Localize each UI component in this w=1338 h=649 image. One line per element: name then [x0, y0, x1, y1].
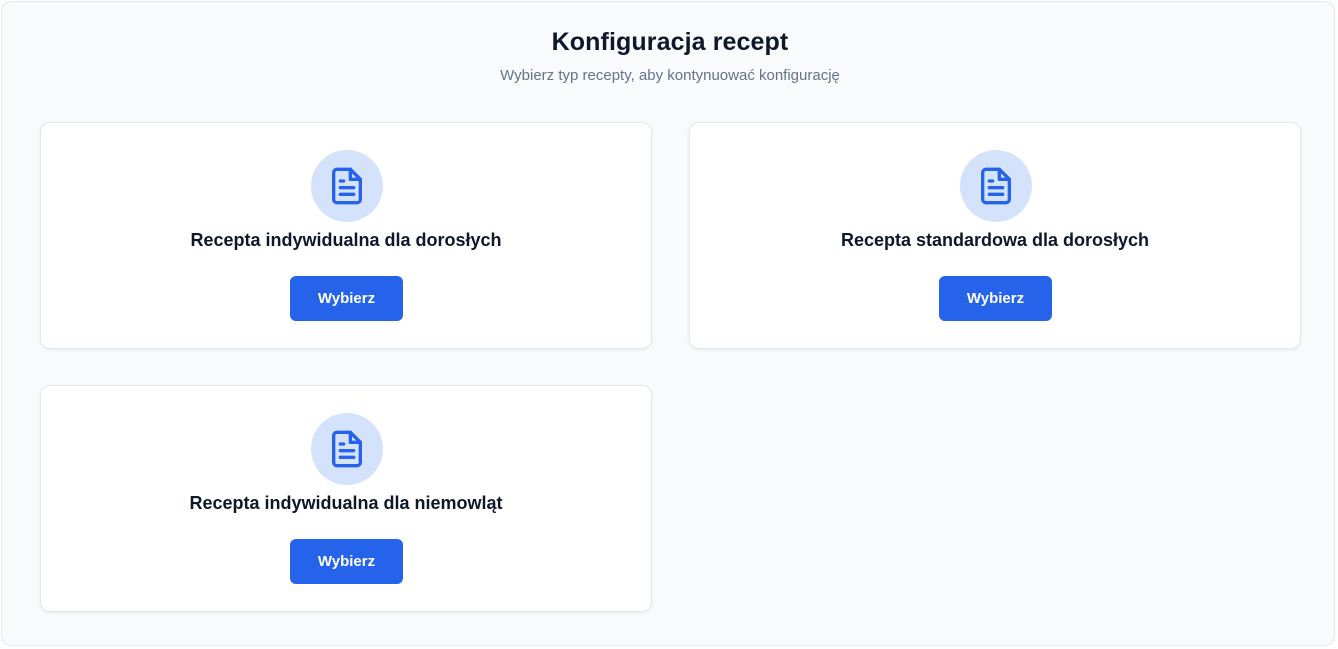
recipe-type-card-adult-standard: Recepta standardowa dla dorosłych Wybier…: [689, 122, 1301, 349]
page-subtitle: Wybierz typ recepty, aby kontynuować kon…: [500, 67, 840, 84]
document-icon: [311, 150, 383, 222]
document-icon: [311, 413, 383, 485]
recipe-type-card-adult-individual: Recepta indywidualna dla dorosłych Wybie…: [40, 122, 652, 349]
document-icon: [960, 150, 1032, 222]
recipe-config-panel: Konfiguracja recept Wybierz typ recepty,…: [1, 1, 1335, 646]
card-title: Recepta indywidualna dla dorosłych: [190, 230, 502, 250]
recipe-type-card-infant-individual: Recepta indywidualna dla niemowląt Wybie…: [40, 385, 652, 612]
card-title: Recepta standardowa dla dorosłych: [840, 230, 1150, 250]
select-button[interactable]: Wybierz: [290, 276, 403, 321]
select-button[interactable]: Wybierz: [939, 276, 1052, 321]
page-title: Konfiguracja recept: [551, 28, 789, 56]
select-button[interactable]: Wybierz: [290, 539, 403, 584]
card-title: Recepta indywidualna dla niemowląt: [189, 493, 503, 513]
